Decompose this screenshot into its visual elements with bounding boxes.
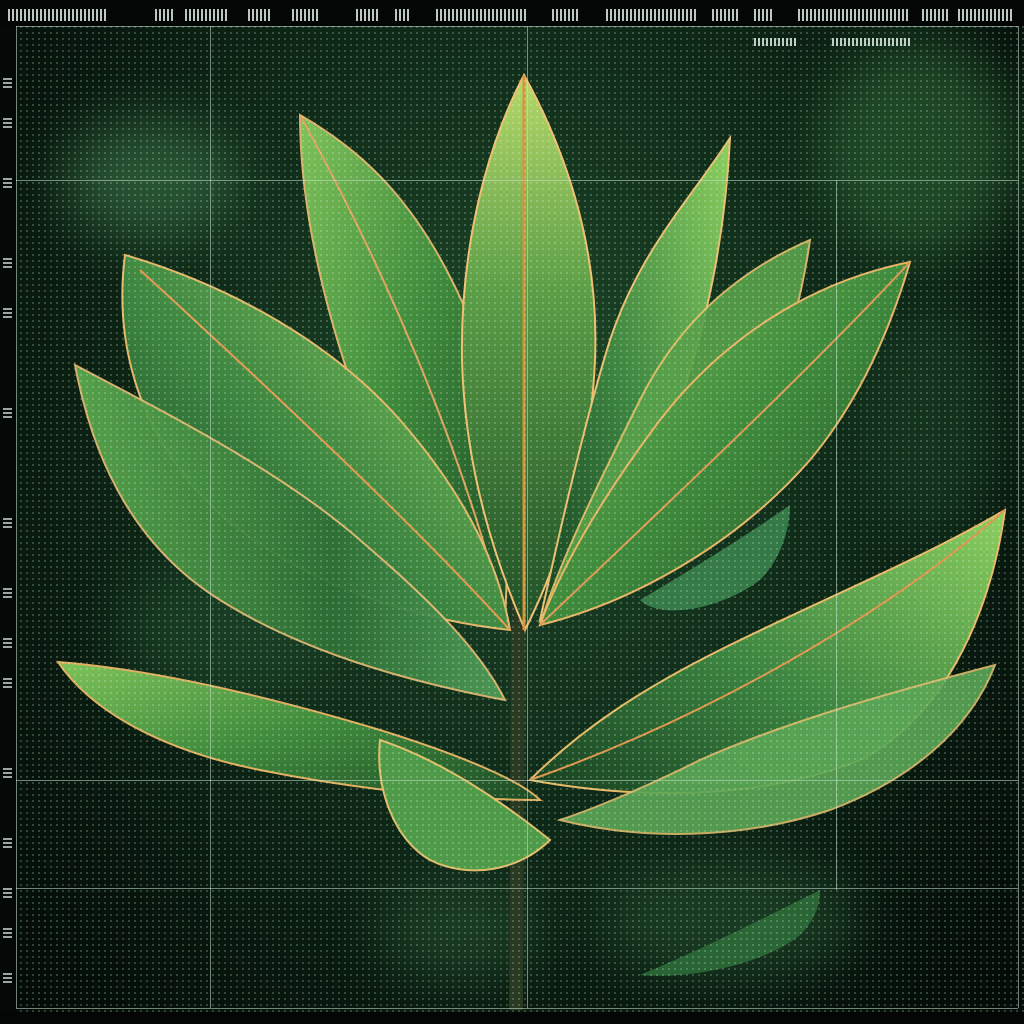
ruler-tick [3, 836, 12, 848]
top-ruler [0, 0, 1024, 26]
ruler-tick [3, 176, 12, 188]
ruler-marks [754, 38, 798, 46]
ruler-tick [3, 76, 12, 88]
ruler-marks [248, 9, 270, 21]
ruler-tick [3, 586, 12, 598]
ruler-tick [3, 766, 12, 778]
ruler-tick [3, 971, 12, 983]
ruler-marks [292, 9, 318, 21]
ruler-marks [832, 38, 912, 46]
grid-line [210, 26, 211, 1008]
ruler-marks [922, 9, 950, 21]
ruler-marks [958, 9, 1014, 21]
ruler-tick [3, 516, 12, 528]
ruler-marks [395, 9, 411, 21]
plant-illustration [56, 72, 1007, 1011]
ruler-marks [436, 9, 528, 21]
grid-line [16, 780, 1018, 781]
ruler-marks [8, 9, 108, 21]
ruler-marks [155, 9, 175, 21]
grid-line [16, 26, 1018, 27]
ruler-marks [798, 9, 908, 21]
ruler-marks [712, 9, 740, 21]
grid-line [836, 180, 837, 890]
grid-line [16, 1008, 1018, 1009]
ruler-tick [3, 886, 12, 898]
left-ruler [0, 26, 16, 1012]
ruler-marks [185, 9, 227, 21]
ruler-marks [606, 9, 698, 21]
ruler-tick [3, 676, 12, 688]
ruler-tick [3, 406, 12, 418]
leaf [640, 890, 820, 976]
grid-line [1018, 26, 1019, 1008]
grid-line [527, 26, 528, 1008]
ruler-tick [3, 256, 12, 268]
ruler-marks [754, 9, 774, 21]
grid-line [16, 888, 1018, 889]
image-canvas [0, 0, 1024, 1024]
ruler-tick [3, 116, 12, 128]
ruler-marks [356, 9, 378, 21]
bottom-edge [0, 1012, 1024, 1024]
ruler-tick [3, 636, 12, 648]
ruler-tick [3, 926, 12, 938]
grid-line [16, 180, 1018, 181]
ruler-tick [3, 306, 12, 318]
ruler-marks [552, 9, 580, 21]
grid-line [16, 26, 17, 1008]
